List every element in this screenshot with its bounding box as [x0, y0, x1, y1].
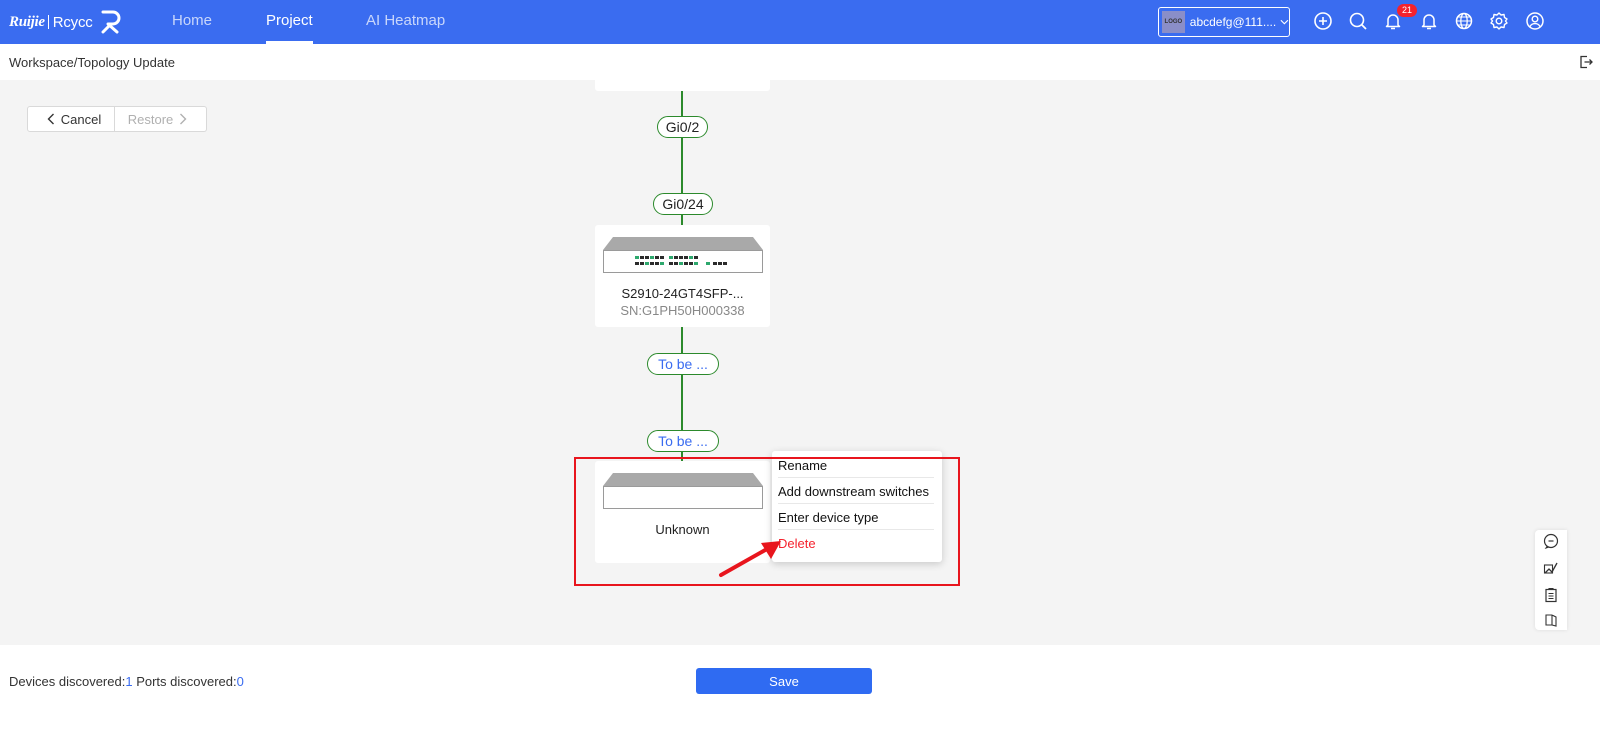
brand-logo[interactable]: Ruijie Rcycc: [9, 10, 123, 34]
ports-discovered-count[interactable]: 0: [237, 674, 244, 689]
nav-project[interactable]: Project: [266, 0, 313, 44]
topology-canvas[interactable]: Cancel Restore Gi0/2 Gi0/24 S2910-24GT4S…: [0, 80, 1600, 645]
port-label-upper[interactable]: To be ...: [647, 353, 719, 375]
top-navigation-bar: Ruijie Rcycc Home Project AI Heatmap LOG…: [0, 0, 1600, 44]
switch-icon: [603, 473, 763, 509]
search-icon[interactable]: [1348, 11, 1368, 31]
brand-product: Rcycc: [52, 13, 93, 31]
menu-item-rename[interactable]: Rename: [778, 453, 934, 478]
cancel-label: Cancel: [60, 111, 102, 127]
chevron-left-icon: [47, 113, 54, 125]
devices-discovered-count[interactable]: 1: [125, 674, 132, 689]
device-name: S2910-24GT4SFP-...: [621, 286, 744, 301]
chat-icon[interactable]: [1543, 533, 1559, 549]
restore-label: Restore: [127, 111, 174, 127]
gear-icon[interactable]: [1489, 11, 1509, 31]
globe-icon[interactable]: [1454, 11, 1474, 31]
switch-icon: [603, 237, 763, 273]
device-context-menu: Rename Add downstream switches Enter dev…: [772, 451, 942, 562]
book-icon[interactable]: [1543, 612, 1559, 628]
brand-separator: [47, 15, 49, 29]
discovery-stats: Devices discovered:1 Ports discovered:0: [9, 674, 244, 689]
exit-icon[interactable]: [1579, 55, 1593, 69]
menu-item-enter-device-type[interactable]: Enter device type: [778, 505, 934, 530]
upstream-device-card[interactable]: [595, 80, 770, 91]
user-icon[interactable]: [1525, 11, 1545, 31]
brand-mark-icon: [101, 10, 121, 34]
nav-ai-heatmap[interactable]: AI Heatmap: [366, 0, 445, 44]
nav-home[interactable]: Home: [172, 0, 212, 44]
ports-discovered-label: Ports discovered:: [136, 674, 237, 689]
chevron-right-icon: [180, 113, 187, 125]
devices-discovered-label: Devices discovered:: [9, 674, 126, 689]
menu-item-delete[interactable]: Delete: [778, 531, 934, 556]
footer-bar: Devices discovered:1 Ports discovered:0 …: [0, 645, 1600, 731]
history-button-group: Cancel Restore: [27, 106, 207, 132]
save-button[interactable]: Save: [696, 668, 872, 694]
notification-count-badge: 21: [1397, 4, 1417, 17]
port-label-upper[interactable]: Gi0/2: [657, 116, 708, 138]
device-serial-number: SN:G1PH50H000338: [620, 303, 745, 318]
bell-icon[interactable]: [1419, 11, 1439, 31]
breadcrumb-bar: Workspace/Topology Update: [0, 44, 1600, 80]
plus-circle-icon[interactable]: [1313, 11, 1333, 31]
feedback-icon[interactable]: [1543, 560, 1559, 576]
port-label-lower[interactable]: To be ...: [647, 430, 719, 452]
side-toolbar: [1535, 530, 1567, 630]
breadcrumb: Workspace/Topology Update: [9, 55, 175, 70]
chevron-down-icon: [1280, 19, 1289, 25]
account-selector[interactable]: LOGO abcdefg@111....: [1158, 7, 1290, 37]
port-label-lower[interactable]: Gi0/24: [653, 193, 713, 215]
account-logo: LOGO: [1162, 11, 1185, 33]
restore-button[interactable]: Restore: [115, 106, 207, 132]
account-label: abcdefg@111....: [1189, 15, 1277, 29]
menu-item-add-downstream-switches[interactable]: Add downstream switches: [778, 479, 934, 504]
pointer-arrow-icon: [719, 541, 781, 577]
cancel-button[interactable]: Cancel: [27, 106, 115, 132]
clipboard-icon[interactable]: [1543, 587, 1559, 603]
switch-device-card[interactable]: S2910-24GT4SFP-... SN:G1PH50H000338: [595, 225, 770, 327]
brand-name: Ruijie: [9, 13, 45, 30]
